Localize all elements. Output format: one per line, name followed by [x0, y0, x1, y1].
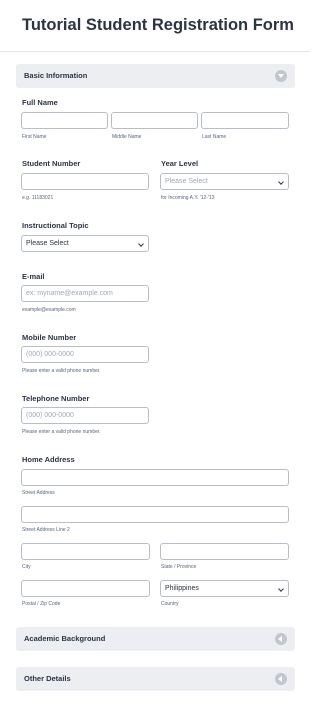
country-value: Philippines [165, 585, 199, 592]
street-address-input[interactable] [21, 469, 289, 486]
country-sublabel: Country [161, 601, 179, 607]
first-name-input[interactable] [21, 112, 108, 129]
year-level-hint: for Incoming A.Y. '12-'13 [161, 195, 215, 201]
telephone-number-hint: Please enter a valid phone number. [22, 429, 101, 435]
instructional-topic-value: Please Select [26, 240, 69, 247]
chevron-down-icon [278, 586, 284, 592]
instructional-topic-label: Instructional Topic [22, 221, 89, 230]
mobile-number-input[interactable]: (000) 000-0000 [21, 346, 149, 363]
section-basic-label: Basic Information [24, 71, 88, 80]
year-level-value: Please Select [165, 178, 208, 185]
section-other-details[interactable]: Other Details [16, 667, 295, 691]
section-basic-information[interactable]: Basic Information [16, 64, 295, 88]
student-number-hint: e.g. 11183021 [22, 195, 54, 201]
chevron-down-icon[interactable] [275, 70, 287, 82]
last-name-sublabel: Last Name [202, 134, 227, 140]
section-other-label: Other Details [24, 674, 71, 683]
street-address-sublabel: Street Address [22, 490, 55, 496]
city-sublabel: City [22, 564, 31, 570]
year-level-select[interactable]: Please Select [160, 173, 289, 190]
postal-code-sublabel: Postal / Zip Code [22, 601, 61, 607]
middle-name-sublabel: Middle Name [112, 134, 142, 140]
year-level-label: Year Level [161, 159, 199, 168]
form-title: Tutorial Student Registration Form [22, 16, 294, 34]
postal-code-input[interactable] [21, 580, 150, 597]
student-number-label: Student Number [22, 159, 81, 168]
full-name-label: Full Name [22, 98, 58, 107]
telephone-number-input[interactable]: (000) 000-0000 [21, 407, 149, 424]
city-input[interactable] [21, 543, 150, 560]
header-divider [0, 51, 310, 52]
student-number-input[interactable] [21, 173, 149, 190]
instructional-topic-select[interactable]: Please Select [21, 235, 149, 252]
mobile-number-label: Mobile Number [22, 333, 77, 342]
section-academic-background[interactable]: Academic Background [16, 627, 295, 651]
chevron-left-icon[interactable] [275, 633, 287, 645]
telephone-number-label: Telephone Number [22, 394, 90, 403]
middle-name-input[interactable] [111, 112, 198, 129]
mobile-number-hint: Please enter a valid phone number. [22, 368, 101, 374]
street-address-line2-sublabel: Street Address Line 2 [22, 527, 70, 533]
email-label: E-mail [22, 272, 45, 281]
email-input[interactable]: ex: myname@example.com [21, 285, 149, 302]
chevron-left-icon[interactable] [275, 673, 287, 685]
state-province-input[interactable] [160, 543, 289, 560]
last-name-input[interactable] [201, 112, 289, 129]
street-address-line2-input[interactable] [21, 506, 289, 523]
section-academic-label: Academic Background [24, 634, 106, 643]
home-address-label: Home Address [22, 455, 75, 464]
state-province-sublabel: State / Province [161, 564, 197, 570]
chevron-down-icon [278, 179, 284, 185]
chevron-down-icon [138, 241, 144, 247]
first-name-sublabel: First Name [22, 134, 47, 140]
country-select[interactable]: Philippines [160, 580, 289, 597]
email-hint: example@example.com [22, 307, 76, 313]
